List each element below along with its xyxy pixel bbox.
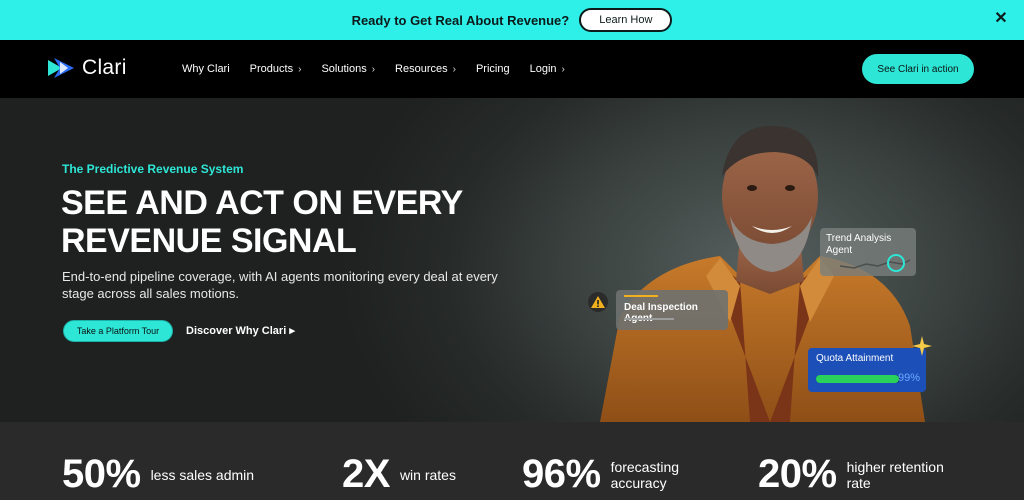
close-icon[interactable]: ✕ [992, 10, 1010, 28]
nav-item-label: Pricing [475, 63, 510, 75]
main-nav: Clari Why Clari Products › Solutions › R… [0, 40, 1024, 98]
chevron-right-icon: › [371, 63, 376, 75]
nav-menu: Why Clari Products › Solutions › Resourc… [172, 40, 575, 98]
hero-eyebrow: The Predictive Revenue System [62, 162, 244, 176]
nav-item-why-clari[interactable]: Why Clari [182, 63, 230, 75]
stat-label: win rates [399, 466, 456, 483]
nav-item-pricing[interactable]: Pricing [476, 63, 510, 75]
nav-item-label: Products [249, 63, 294, 75]
stats-strip: 50% less sales admin 2X win rates 96% fo… [0, 422, 1024, 500]
announcement-text: Ready to Get Real About Revenue? [351, 12, 570, 28]
chevron-right-icon: › [561, 63, 565, 75]
trend-line-icon [840, 254, 910, 272]
nav-item-label: Why Clari [182, 63, 230, 75]
announcement-bar: Ready to Get Real About Revenue? Learn H… [0, 0, 1024, 40]
logo-text: Clari [82, 56, 127, 79]
deal-accent-line [624, 295, 658, 297]
nav-item-login[interactable]: Login › [530, 63, 565, 75]
stat-forecasting: 96% forecasting accuracy [522, 452, 701, 497]
nav-item-resources[interactable]: Resources › [395, 63, 456, 75]
clari-logo-icon [48, 58, 74, 78]
stat-label: less sales admin [150, 466, 255, 483]
trend-analysis-card: Trend Analysis Agent [820, 228, 916, 276]
stat-win-rates: 2X win rates [342, 452, 456, 497]
nav-item-label: Login [529, 63, 557, 75]
stat-value: 50% [62, 452, 141, 496]
hero-subtext: End-to-end pipeline coverage, with AI ag… [62, 269, 498, 301]
quota-progress-fill [816, 375, 900, 383]
chevron-right-icon: › [298, 63, 302, 75]
deal-inspection-title: Deal Inspection Agent [624, 302, 698, 324]
warning-icon [588, 292, 608, 312]
stat-retention: 20% higher retention rate [758, 452, 967, 497]
stat-value: 96% [522, 452, 601, 496]
stat-label: higher retention rate [846, 458, 944, 491]
deal-detail-line [624, 318, 674, 320]
nav-item-products[interactable]: Products › [250, 63, 302, 75]
platform-tour-button[interactable]: Take a Platform Tour [63, 320, 173, 342]
stat-label: forecasting accuracy [610, 458, 680, 491]
quota-attainment-card: Quota Attainment 99% [808, 336, 932, 392]
nav-item-label: Solutions [321, 63, 367, 75]
learn-how-button[interactable]: Learn How [579, 8, 673, 32]
nav-item-label: Resources [395, 63, 448, 75]
chevron-right-icon: › [452, 63, 456, 75]
nav-item-solutions[interactable]: Solutions › [321, 63, 375, 75]
deal-inspection-card: Deal Inspection Agent [616, 290, 728, 330]
discover-why-clari-link[interactable]: Discover Why Clari ▸ [186, 324, 295, 337]
clari-logo[interactable]: Clari [46, 56, 127, 80]
stat-value: 2X [342, 452, 390, 496]
quota-percent: 99% [898, 372, 921, 384]
hero-section: The Predictive Revenue System SEE AND AC… [0, 98, 1024, 422]
quota-progress-track [816, 375, 900, 383]
stat-value: 20% [758, 452, 837, 496]
sparkle-icon [912, 336, 932, 356]
quota-attainment-title: Quota Attainment [816, 353, 894, 364]
see-clari-in-action-button[interactable]: See Clari in action [862, 54, 974, 84]
hero-headline: SEE AND ACT ON EVERY REVENUE SIGNAL [61, 184, 463, 260]
stat-admin: 50% less sales admin [62, 452, 254, 497]
